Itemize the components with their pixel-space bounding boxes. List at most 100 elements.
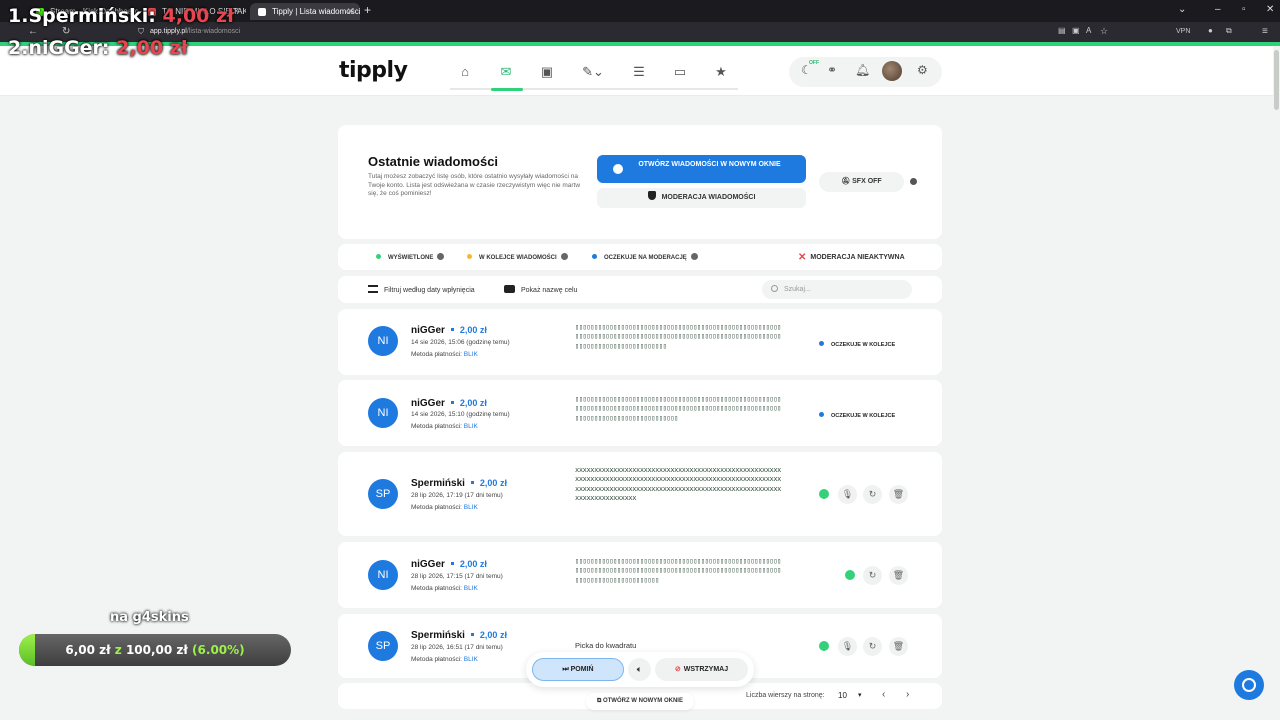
- info-icon[interactable]: ●: [1208, 26, 1213, 35]
- no-entry-icon: ⊘: [674, 666, 681, 673]
- open-new-window-button[interactable]: ⧉ OTWÓRZ W NOWYM OKNIE: [586, 693, 694, 710]
- sender-avatar: SP: [368, 631, 398, 661]
- blue-dot-icon: [592, 254, 597, 259]
- tab-list-icon[interactable]: ⌄: [1178, 4, 1186, 15]
- message-text: ▯▯▯▯▯▯▯▯▯▯▯▯▯▯▯▯▯▯▯▯▯▯▯▯▯▯▯▯▯▯▯▯▯▯▯▯▯▯▯▯…: [575, 395, 781, 422]
- screenshot-icon[interactable]: ▣: [1072, 26, 1080, 35]
- trash-icon[interactable]: 🗑︎: [889, 566, 908, 585]
- page-description: Tutaj możesz zobaczyć listę osób, które …: [368, 173, 581, 197]
- date-filter-button[interactable]: Filtruj według daty wpłynięcia: [368, 285, 475, 294]
- next-page-icon[interactable]: ›: [906, 689, 909, 700]
- sender-avatar: NI: [368, 560, 398, 590]
- goal-title: na g4skins: [110, 610, 189, 625]
- recent-messages-card: Ostatnie wiadomości Tutaj możesz zobaczy…: [338, 125, 942, 239]
- status-badge: OCZEKUJE W KOLEJCE: [819, 412, 895, 419]
- search-input[interactable]: Szukaj...: [762, 280, 912, 299]
- link-icon[interactable]: ⚭: [827, 63, 837, 77]
- trash-icon[interactable]: 🗑︎: [889, 637, 908, 656]
- microphone-icon[interactable]: 🎙︎: [838, 485, 857, 504]
- shield-icon[interactable]: ⛉: [138, 27, 144, 37]
- home-icon[interactable]: ⌂: [450, 60, 480, 86]
- sfx-toggle-button[interactable]: 🔕︎ SFX OFF: [819, 172, 904, 192]
- message-row: SP Spermiński 2,00 zł 28 lip 2026, 17:19 …: [338, 452, 942, 536]
- replay-icon[interactable]: ↻: [863, 485, 882, 504]
- status-legend: WYŚWIETLONE W KOLEJCE WIADOMOŚCI OCZEKUJ…: [338, 244, 942, 270]
- search-icon: [771, 285, 778, 292]
- rows-per-page-label: Liczba wierszy na stronę:: [746, 692, 825, 699]
- skip-button[interactable]: ⏭︎ POMIŃ: [532, 658, 624, 681]
- minimize-icon[interactable]: –: [1215, 4, 1221, 15]
- replay-icon[interactable]: ↻: [863, 566, 882, 585]
- translate-icon[interactable]: A: [1086, 26, 1091, 35]
- displayed-status-dot: [819, 489, 829, 499]
- support-chat-button[interactable]: [1234, 670, 1264, 700]
- status-badge: OCZEKUJE W KOLEJCE: [819, 341, 895, 348]
- info-dot-icon[interactable]: [560, 253, 568, 260]
- trash-icon[interactable]: 🗑︎: [889, 485, 908, 504]
- caret-down-icon[interactable]: ▾: [858, 691, 862, 699]
- gear-icon[interactable]: ⚙: [917, 63, 928, 77]
- payment-method: Metoda płatności: BLIK: [411, 585, 478, 592]
- message-date: 14 sie 2026, 15:06 (godzinę temu): [411, 339, 510, 346]
- message-date: 28 lip 2026, 17:15 (17 dni temu): [411, 573, 503, 580]
- reader-icon[interactable]: ▤: [1058, 26, 1066, 35]
- goal-progress-text: 6,00 zł z 100,00 zł (6.00%): [65, 643, 245, 657]
- payment-method: Metoda płatności: BLIK: [411, 656, 478, 663]
- close-tab-icon[interactable]: ✕: [346, 6, 354, 17]
- sender-avatar: NI: [368, 326, 398, 356]
- replay-icon[interactable]: ↻: [863, 637, 882, 656]
- messages-icon[interactable]: ✉: [491, 60, 521, 86]
- back-icon[interactable]: ←: [28, 26, 38, 37]
- wallet-icon[interactable]: ▣: [532, 60, 562, 86]
- close-window-icon[interactable]: ✕: [1266, 4, 1274, 15]
- message-row: NI niGGer 2,00 zł 14 sie 2026, 15:06 (god…: [338, 309, 942, 375]
- tipply-logo[interactable]: tipply: [339, 58, 408, 83]
- window-icon[interactable]: ▭: [665, 60, 695, 86]
- app-header: tipply ⌂ ✉ ▣ ✎⌄ ☰ ▭ ★ ☾ OFF ⚭ 🔔︎ ⚙: [0, 46, 1280, 96]
- layers-icon[interactable]: ☰: [624, 60, 654, 86]
- message-date: 14 sie 2026, 15:10 (godzinę temu): [411, 411, 510, 418]
- sound-off-icon: 🔕︎: [841, 178, 853, 185]
- bell-icon[interactable]: 🔔︎: [855, 63, 870, 77]
- legend-queued: W KOLEJCE WIADOMOŚCI: [467, 253, 568, 261]
- url-field[interactable]: app.tipply.pl/lista-wiadomosci: [150, 28, 240, 35]
- chat-bubble-icon: [613, 164, 623, 174]
- message-text: ▯▯▯▯▯▯▯▯▯▯▯▯▯▯▯▯▯▯▯▯▯▯▯▯▯▯▯▯▯▯▯▯▯▯▯▯▯▯▯▯…: [575, 557, 781, 584]
- page-title: Ostatnie wiadomości: [368, 154, 499, 169]
- message-moderation-button[interactable]: MODERACJA WIADOMOŚCI: [597, 188, 806, 208]
- legend-awaiting: OCZEKUJE NA MODERACJĘ: [592, 253, 698, 261]
- message-row: NI niGGer 2,00 zł 14 sie 2026, 15:10 (god…: [338, 380, 942, 446]
- sender-name: Spermiński 2,00 zł: [411, 478, 507, 489]
- extensions-icon[interactable]: ⧉: [1226, 26, 1232, 36]
- vpn-badge[interactable]: VPN: [1176, 28, 1190, 35]
- user-avatar[interactable]: [882, 61, 902, 81]
- reload-icon[interactable]: ↻: [62, 26, 70, 37]
- top-donor-1: 1.Spermiński: 4,00 zł: [8, 5, 235, 27]
- speaker-icon: 🔈︎: [636, 664, 643, 674]
- scrollbar-thumb[interactable]: [1274, 50, 1279, 110]
- bookmark-star-icon[interactable]: ☆: [1100, 26, 1108, 37]
- volume-button[interactable]: 🔈︎: [628, 658, 651, 681]
- sfx-status-dot: [910, 178, 917, 185]
- filter-bar: Filtruj według daty wpłynięcia Pokaż naz…: [338, 276, 942, 303]
- browser-tab-tipply[interactable]: Tipply | Lista wiadomości ✕: [250, 3, 360, 20]
- info-dot-icon[interactable]: [437, 253, 445, 260]
- moderation-inactive-status: ✕ MODERACJA NIEAKTYWNA: [798, 252, 905, 263]
- message-row: NI niGGer 2,00 zł 28 lip 2026, 17:15 (17 …: [338, 542, 942, 608]
- legend-displayed: WYŚWIETLONE: [376, 253, 445, 261]
- goal-progress-bar: 6,00 zł z 100,00 zł (6.00%): [19, 634, 291, 666]
- payment-method: Metoda płatności: BLIK: [411, 504, 478, 511]
- displayed-status-dot: [819, 641, 829, 651]
- info-dot-icon[interactable]: [690, 253, 698, 260]
- maximize-icon[interactable]: ▫: [1242, 4, 1246, 15]
- microphone-icon[interactable]: 🎙︎: [838, 637, 857, 656]
- show-goal-toggle[interactable]: Pokaż nazwę celu: [504, 285, 577, 294]
- prev-page-icon[interactable]: ‹: [882, 689, 885, 700]
- edit-dropdown-icon[interactable]: ✎⌄: [573, 60, 613, 86]
- pause-button[interactable]: ⊘ WSTRZYMAJ: [655, 658, 748, 681]
- menu-icon[interactable]: ≡: [1262, 26, 1268, 37]
- rows-per-page-select[interactable]: 10: [838, 691, 847, 700]
- new-tab-button[interactable]: +: [364, 3, 371, 17]
- open-messages-window-button[interactable]: OTWÓRZ WIADOMOŚCI W NOWYM OKNIE: [597, 155, 806, 183]
- star-icon[interactable]: ★: [706, 60, 736, 86]
